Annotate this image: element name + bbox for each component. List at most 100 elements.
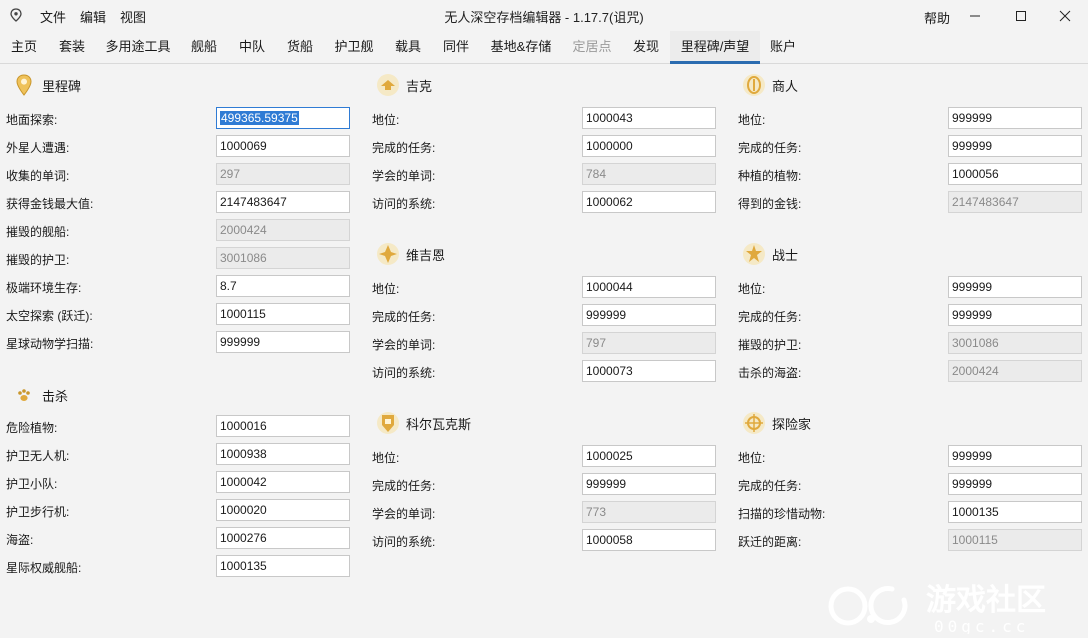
tab-home[interactable]: 主页 [0, 31, 48, 64]
kills-value-text: 1000276 [220, 531, 267, 545]
kills-label: 护卫无人机: [6, 449, 70, 463]
tab-account[interactable]: 账户 [760, 31, 806, 64]
vykeen-value-field[interactable]: 999999 [582, 304, 716, 326]
vykeen-value-field[interactable]: 1000044 [582, 276, 716, 298]
milestones-value-field[interactable]: 999999 [216, 331, 350, 353]
tab-milestones-reputation[interactable]: 里程碑/声望 [670, 31, 760, 64]
kills-label: 护卫小队: [6, 477, 58, 491]
milestones-value-text: 2000424 [220, 223, 267, 237]
milestones-value-text: 8.7 [220, 279, 237, 293]
kills-value-field[interactable]: 1000016 [216, 415, 350, 437]
explorer-label: 完成的任务: [738, 479, 802, 493]
gek-icon [376, 73, 400, 97]
minimize-button[interactable] [952, 0, 998, 31]
milestones-value-field[interactable]: 8.7 [216, 275, 350, 297]
warrior-value-text: 999999 [952, 308, 993, 322]
kills-value-field[interactable]: 1000938 [216, 443, 350, 465]
merchant-label: 得到的金钱: [738, 197, 802, 211]
watermark-logo: 游戏社区 00gc.cc [828, 583, 1046, 634]
kills-label: 危险植物: [6, 421, 58, 435]
gek-label: 地位: [372, 113, 400, 127]
close-icon [1059, 10, 1071, 21]
kills-value-field[interactable]: 1000135 [216, 555, 350, 577]
korvax-value-field: 773 [582, 501, 716, 523]
tab-multitool[interactable]: 多用途工具 [96, 31, 180, 64]
milestones-label: 收集的单词: [6, 169, 70, 183]
milestones-value-field[interactable]: 1000115 [216, 303, 350, 325]
section-merchant-header: 商人 [742, 73, 798, 97]
kills-value-field[interactable]: 1000020 [216, 499, 350, 521]
warrior-value-text: 2000424 [952, 364, 999, 378]
close-button[interactable] [1042, 0, 1088, 31]
tab-companions[interactable]: 同伴 [432, 31, 480, 64]
explorer-value-field: 1000115 [948, 529, 1082, 551]
milestones-value-field[interactable]: 2147483647 [216, 191, 350, 213]
warrior-value-field: 2000424 [948, 360, 1082, 382]
milestones-value-field[interactable]: 499365.59375 [216, 107, 350, 129]
maximize-button[interactable] [998, 0, 1044, 31]
milestones-value-text: 1000115 [220, 307, 266, 321]
section-vykeen-title: 维吉恩 [406, 247, 446, 263]
explorer-value-field[interactable]: 999999 [948, 473, 1082, 495]
kills-value-text: 1000135 [220, 559, 267, 573]
vykeen-value-field[interactable]: 1000073 [582, 360, 716, 382]
merchant-value-field[interactable]: 999999 [948, 107, 1082, 129]
korvax-value-field[interactable]: 999999 [582, 473, 716, 495]
warrior-label: 完成的任务: [738, 310, 802, 324]
merchant-value-field[interactable]: 999999 [948, 135, 1082, 157]
gek-value-field[interactable]: 1000062 [582, 191, 716, 213]
vykeen-value-field: 797 [582, 332, 716, 354]
menu-view[interactable]: 视图 [120, 7, 146, 26]
explorer-label: 跃迁的距离: [738, 535, 802, 549]
gek-value-field[interactable]: 1000043 [582, 107, 716, 129]
merchant-value-field: 2147483647 [948, 191, 1082, 213]
korvax-label: 访问的系统: [372, 535, 436, 549]
korvax-value-field[interactable]: 1000058 [582, 529, 716, 551]
vykeen-value-text: 999999 [586, 308, 627, 322]
explorer-value-field[interactable]: 1000135 [948, 501, 1082, 523]
kills-value-field[interactable]: 1000042 [216, 471, 350, 493]
explorer-label: 地位: [738, 451, 766, 465]
warrior-value-field[interactable]: 999999 [948, 276, 1082, 298]
minimize-icon [970, 15, 980, 16]
tab-ships[interactable]: 舰船 [180, 31, 228, 64]
tab-bar: 主页 套装 多用途工具 舰船 中队 货船 护卫舰 载具 同伴 基地&存储 定居点… [0, 31, 1088, 64]
merchant-label: 完成的任务: [738, 141, 802, 155]
tab-squadron[interactable]: 中队 [228, 31, 276, 64]
milestones-label: 摧毁的舰船: [6, 225, 70, 239]
korvax-value-text: 999999 [586, 477, 627, 491]
warrior-label: 摧毁的护卫: [738, 338, 802, 352]
gek-value-text: 1000043 [586, 111, 633, 125]
tab-frigates[interactable]: 护卫舰 [324, 31, 384, 64]
explorer-value-field[interactable]: 999999 [948, 445, 1082, 467]
milestones-value-field[interactable]: 1000069 [216, 135, 350, 157]
warrior-icon [742, 242, 766, 266]
warrior-value-field[interactable]: 999999 [948, 304, 1082, 326]
vykeen-label: 完成的任务: [372, 310, 436, 324]
section-milestones-header: 里程碑 [12, 73, 81, 97]
korvax-value-field[interactable]: 1000025 [582, 445, 716, 467]
tab-suit[interactable]: 套装 [48, 31, 96, 64]
tab-bases-storage[interactable]: 基地&存储 [480, 31, 562, 64]
menu-file[interactable]: 文件 [40, 7, 66, 26]
milestones-value-text: 297 [220, 167, 241, 181]
gek-value-field[interactable]: 1000000 [582, 135, 716, 157]
section-gek-title: 吉克 [406, 78, 433, 94]
section-warrior-title: 战士 [772, 247, 799, 263]
explorer-icon [742, 411, 766, 435]
tab-vehicles[interactable]: 载具 [384, 31, 432, 64]
kills-value-field[interactable]: 1000276 [216, 527, 350, 549]
kills-value-text: 1000938 [220, 447, 267, 461]
gek-value-text: 1000062 [586, 195, 633, 209]
merchant-value-field[interactable]: 1000056 [948, 163, 1082, 185]
menu-edit[interactable]: 编辑 [80, 7, 106, 26]
tab-freighter[interactable]: 货船 [276, 31, 324, 64]
explorer-value-text: 999999 [952, 449, 993, 463]
gek-label: 完成的任务: [372, 141, 436, 155]
vykeen-value-text: 1000073 [586, 364, 633, 378]
menu-help[interactable]: 帮助 [924, 8, 950, 27]
tab-settlements: 定居点 [572, 39, 612, 54]
milestones-value-text: 3001086 [220, 251, 267, 265]
tab-discovery[interactable]: 发现 [622, 31, 670, 64]
warrior-label: 击杀的海盗: [738, 366, 802, 380]
